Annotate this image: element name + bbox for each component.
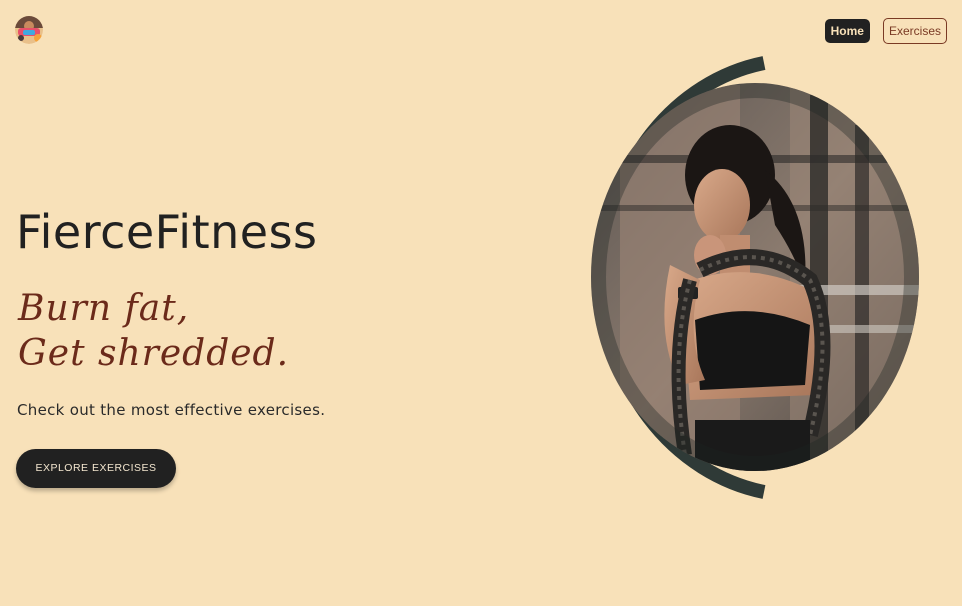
woman-photo [591, 83, 919, 471]
explore-exercises-button[interactable]: EXPLORE EXERCISES [16, 449, 176, 488]
tagline-line-2: Get shredded. [18, 333, 290, 374]
brand-title: FierceFitness [16, 205, 318, 259]
landing-page: Home Exercises FierceFitness Burn fat, G… [0, 0, 962, 606]
tagline-line-1: Burn fat, [18, 288, 190, 329]
hero-tagline: Burn fat, Get shredded. [18, 286, 289, 376]
hero-image [560, 55, 930, 500]
main-nav: Home Exercises [824, 18, 947, 44]
nav-home-button[interactable]: Home [824, 19, 870, 43]
nav-exercises-button[interactable]: Exercises [882, 18, 947, 44]
hero-subtitle: Check out the most effective exercises. [17, 401, 326, 419]
logo-icon[interactable] [15, 16, 43, 44]
